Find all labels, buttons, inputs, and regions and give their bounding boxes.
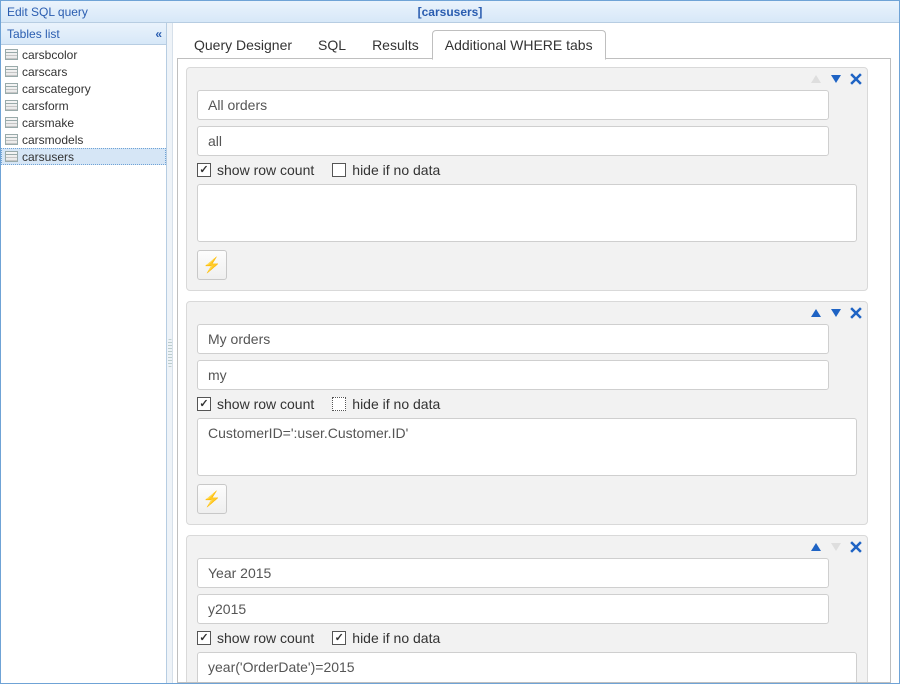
hide-if-no-data-checkbox[interactable]: hide if no data [332,162,440,178]
tab-title-input[interactable] [197,90,829,120]
table-item-carscategory[interactable]: carscategory [1,80,166,97]
checkbox-icon: ✓ [197,631,211,645]
tab-additional-where-tabs[interactable]: Additional WHERE tabs [432,30,606,60]
move-down-icon [829,540,843,554]
table-item-carsusers[interactable]: carsusers [1,148,166,165]
body: Tables list « carsbcolor carscars carscate… [1,23,899,683]
table-item-carscars[interactable]: carscars [1,63,166,80]
checkbox-label: show row count [217,162,314,178]
table-item-carsform[interactable]: carsform [1,97,166,114]
tab-alias-input[interactable] [197,360,829,390]
table-icon [5,100,18,111]
table-icon [5,151,18,162]
sidebar: Tables list « carsbcolor carscars carscate… [1,23,167,683]
move-up-icon[interactable] [809,540,823,554]
table-item-carsmake[interactable]: carsmake [1,114,166,131]
show-row-count-checkbox[interactable]: ✓ show row count [197,162,314,178]
table-item-carsbcolor[interactable]: carsbcolor [1,46,166,63]
tab-content[interactable]: ✓ show row count hide if no data ⚡ ✓ show row… [177,59,891,683]
show-row-count-checkbox[interactable]: ✓ show row count [197,630,314,646]
tab-title-input[interactable] [197,558,829,588]
table-item-label: carsusers [22,150,74,164]
table-icon [5,66,18,77]
move-down-icon[interactable] [829,306,843,320]
hide-if-no-data-checkbox[interactable]: hide if no data [332,396,440,412]
tab-sql[interactable]: SQL [305,30,359,59]
bolt-icon: ⚡ [203,490,222,508]
table-icon [5,49,18,60]
card-options: ✓ show row count hide if no data [197,396,857,412]
where-tab-card: ✓ show row count hide if no data ⚡ [186,67,868,291]
where-condition-input[interactable] [197,184,857,242]
table-item-label: carsmodels [22,133,83,147]
table-item-label: carsbcolor [22,48,77,62]
table-item-label: carscars [22,65,67,79]
where-condition-input[interactable] [197,418,857,476]
remove-icon[interactable] [849,72,863,86]
where-tab-card: ✓ show row count hide if no data ⚡ [186,301,868,525]
where-tab-card: ✓ show row count ✓ hide if no data [186,535,868,683]
checkbox-label: show row count [217,396,314,412]
table-item-label: carscategory [22,82,91,96]
checkbox-icon: ✓ [197,163,211,177]
remove-icon[interactable] [849,306,863,320]
move-up-icon[interactable] [809,306,823,320]
checkbox-icon [332,397,346,411]
sidebar-collapse-button[interactable]: « [155,27,160,41]
action-button[interactable]: ⚡ [197,250,227,280]
checkbox-label: hide if no data [352,396,440,412]
tab-alias-input[interactable] [197,126,829,156]
tab-strip: Query DesignerSQLResultsAdditional WHERE… [177,29,891,59]
sidebar-header: Tables list « [1,23,166,45]
checkbox-icon: ✓ [197,397,211,411]
action-button[interactable]: ⚡ [197,484,227,514]
tab-results[interactable]: Results [359,30,432,59]
checkbox-icon [332,163,346,177]
table-icon [5,134,18,145]
tables-list: carsbcolor carscars carscategory carsform ca… [1,45,166,683]
splitter-grip-icon [168,339,172,367]
where-condition-input[interactable] [197,652,857,683]
edit-sql-link[interactable]: Edit SQL query [1,5,88,19]
main-panel: Query DesignerSQLResultsAdditional WHERE… [173,23,899,683]
move-down-icon[interactable] [829,72,843,86]
checkbox-label: hide if no data [352,630,440,646]
card-tools [809,540,863,554]
table-item-label: carsform [22,99,69,113]
tab-alias-input[interactable] [197,594,829,624]
tab-title-input[interactable] [197,324,829,354]
bolt-icon: ⚡ [203,256,222,274]
tab-query-designer[interactable]: Query Designer [181,30,305,59]
checkbox-label: hide if no data [352,162,440,178]
context-name: [carsusers] [1,5,899,19]
move-up-icon [809,72,823,86]
card-tools [809,72,863,86]
hide-if-no-data-checkbox[interactable]: ✓ hide if no data [332,630,440,646]
card-tools [809,306,863,320]
table-icon [5,83,18,94]
card-options: ✓ show row count ✓ hide if no data [197,630,857,646]
card-options: ✓ show row count hide if no data [197,162,857,178]
checkbox-label: show row count [217,630,314,646]
table-item-carsmodels[interactable]: carsmodels [1,131,166,148]
titlebar: Edit SQL query [carsusers] [1,1,899,23]
app-window: Edit SQL query [carsusers] Tables list «… [0,0,900,684]
table-icon [5,117,18,128]
sidebar-title: Tables list [7,27,60,41]
remove-icon[interactable] [849,540,863,554]
checkbox-icon: ✓ [332,631,346,645]
show-row-count-checkbox[interactable]: ✓ show row count [197,396,314,412]
table-item-label: carsmake [22,116,74,130]
